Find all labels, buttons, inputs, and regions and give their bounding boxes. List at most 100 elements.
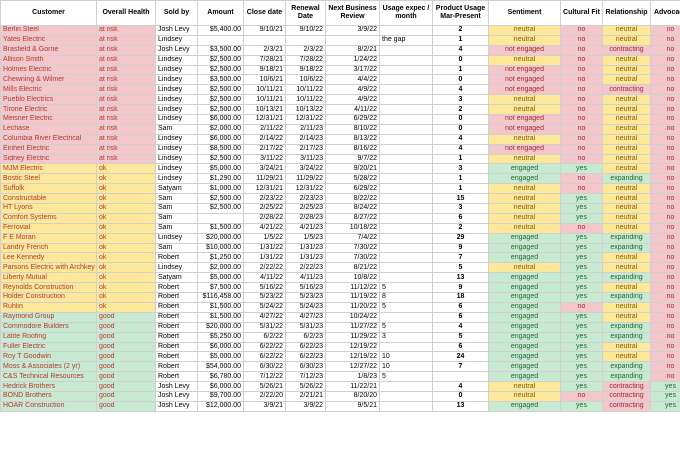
relationship-cell[interactable]: neutral [602, 104, 651, 116]
sold-by-cell[interactable]: Robert [155, 351, 198, 363]
customer-cell[interactable]: BOND Brothers [0, 390, 97, 402]
close-date-cell[interactable]: 12/31/21 [243, 183, 286, 195]
cultural-fit-cell[interactable]: yes [560, 381, 603, 392]
product-usage-cell[interactable]: 0 [432, 390, 489, 402]
cultural-fit-cell[interactable]: yes [560, 232, 603, 244]
renewal-date-cell[interactable]: 2/21/21 [285, 390, 326, 402]
renewal-date-cell[interactable]: 2/17/23 [285, 143, 326, 155]
overall-health-cell[interactable]: ok [96, 183, 156, 195]
sentiment-cell[interactable]: neutral [488, 54, 561, 66]
close-date-cell[interactable]: 2/25/22 [243, 203, 286, 214]
advocacy-cell[interactable]: no [650, 242, 680, 254]
customer-cell[interactable]: Brasfield & Gorrie [0, 44, 97, 56]
sentiment-cell[interactable]: not engaged [488, 44, 561, 56]
cultural-fit-cell[interactable]: no [560, 34, 603, 46]
sold-by-cell[interactable]: Sam [155, 222, 198, 234]
relationship-cell[interactable]: neutral [602, 203, 651, 214]
customer-cell[interactable]: Columbia River Electrical [0, 133, 97, 145]
amount-cell[interactable]: $6,000.00 [197, 114, 244, 125]
usage-expec-cell[interactable] [379, 173, 433, 185]
overall-health-cell[interactable]: at risk [96, 104, 156, 116]
relationship-cell[interactable]: contracting [602, 400, 651, 412]
col-header-amount[interactable]: Amount [197, 0, 244, 26]
sentiment-cell[interactable]: engaged [488, 321, 561, 333]
sentiment-cell[interactable]: not engaged [488, 64, 561, 76]
product-usage-cell[interactable]: 1 [432, 183, 489, 195]
amount-cell[interactable]: $9,700.00 [197, 390, 244, 402]
advocacy-cell[interactable]: no [650, 54, 680, 66]
cultural-fit-cell[interactable]: yes [560, 163, 603, 175]
next-review-cell[interactable]: 11/19/22 [325, 292, 380, 303]
usage-expec-cell[interactable] [379, 44, 433, 56]
overall-health-cell[interactable]: ok [96, 272, 156, 284]
sold-by-cell[interactable]: Sam [155, 193, 198, 205]
usage-expec-cell[interactable]: 8 [379, 292, 433, 303]
relationship-cell[interactable]: neutral [602, 54, 651, 66]
next-review-cell[interactable]: 8/24/22 [325, 203, 380, 214]
col-header-sold-by[interactable]: Sold by [155, 0, 198, 26]
sentiment-cell[interactable]: not engaged [488, 74, 561, 86]
relationship-cell[interactable]: neutral [602, 222, 651, 234]
overall-health-cell[interactable]: at risk [96, 25, 156, 36]
relationship-cell[interactable]: neutral [602, 143, 651, 155]
sold-by-cell[interactable]: Josh Levy [155, 381, 198, 392]
relationship-cell[interactable]: neutral [602, 94, 651, 106]
advocacy-cell[interactable]: no [650, 84, 680, 96]
amount-cell[interactable]: $7,500.00 [197, 282, 244, 294]
amount-cell[interactable]: $5,400.00 [197, 25, 244, 36]
relationship-cell[interactable]: neutral [602, 64, 651, 76]
usage-expec-cell[interactable]: the gap [379, 34, 433, 46]
sentiment-cell[interactable]: neutral [488, 104, 561, 116]
sentiment-cell[interactable]: neutral [488, 183, 561, 195]
next-review-cell[interactable]: 4/11/22 [325, 104, 380, 116]
customer-cell[interactable]: Einheit Electric [0, 143, 97, 155]
next-review-cell[interactable]: 8/27/22 [325, 212, 380, 224]
usage-expec-cell[interactable] [379, 153, 433, 165]
overall-health-cell[interactable]: at risk [96, 44, 156, 56]
close-date-cell[interactable]: 4/11/22 [243, 272, 286, 284]
sentiment-cell[interactable]: engaged [488, 341, 561, 353]
amount-cell[interactable]: $116,458.00 [197, 292, 244, 303]
sold-by-cell[interactable]: Lindsey [155, 74, 198, 86]
sentiment-cell[interactable]: engaged [488, 252, 561, 264]
close-date-cell[interactable]: 6/2/22 [243, 331, 286, 343]
advocacy-cell[interactable]: no [650, 104, 680, 116]
close-date-cell[interactable]: 11/29/21 [243, 173, 286, 185]
col-header-customer[interactable]: Customer [0, 0, 97, 26]
relationship-cell[interactable]: neutral [602, 163, 651, 175]
renewal-date-cell[interactable]: 12/31/22 [285, 114, 326, 125]
next-review-cell[interactable]: 10/24/22 [325, 311, 380, 323]
renewal-date-cell[interactable]: 10/13/22 [285, 104, 326, 116]
overall-health-cell[interactable]: at risk [96, 153, 156, 165]
sold-by-cell[interactable]: Lindsey [155, 143, 198, 155]
amount-cell[interactable]: $5,000.00 [197, 163, 244, 175]
relationship-cell[interactable]: neutral [602, 351, 651, 363]
cultural-fit-cell[interactable]: yes [560, 292, 603, 303]
product-usage-cell[interactable]: 6 [432, 341, 489, 353]
close-date-cell[interactable]: 1/5/22 [243, 232, 286, 244]
renewal-date-cell[interactable]: 2/25/23 [285, 203, 326, 214]
renewal-date-cell[interactable]: 1/31/23 [285, 242, 326, 254]
sold-by-cell[interactable]: Robert [155, 311, 198, 323]
product-usage-cell[interactable]: 13 [432, 272, 489, 284]
overall-health-cell[interactable]: at risk [96, 74, 156, 86]
product-usage-cell[interactable]: 9 [432, 282, 489, 294]
close-date-cell[interactable]: 6/30/22 [243, 361, 286, 373]
sold-by-cell[interactable]: Lindsey [155, 64, 198, 76]
cultural-fit-cell[interactable]: no [560, 84, 603, 96]
relationship-cell[interactable]: neutral [602, 153, 651, 165]
advocacy-cell[interactable]: no [650, 282, 680, 294]
sold-by-cell[interactable]: Robert [155, 321, 198, 333]
overall-health-cell[interactable]: at risk [96, 34, 156, 46]
close-date-cell[interactable]: 10/13/21 [243, 104, 286, 116]
overall-health-cell[interactable]: good [96, 331, 156, 343]
amount-cell[interactable]: $6,780.00 [197, 371, 244, 383]
renewal-date-cell[interactable]: 7/28/22 [285, 54, 326, 66]
cultural-fit-cell[interactable]: yes [560, 203, 603, 214]
cultural-fit-cell[interactable]: no [560, 64, 603, 76]
close-date-cell[interactable]: 4/27/22 [243, 311, 286, 323]
next-review-cell[interactable]: 8/20/20 [325, 390, 380, 402]
sentiment-cell[interactable]: engaged [488, 232, 561, 244]
sentiment-cell[interactable]: engaged [488, 311, 561, 323]
relationship-cell[interactable]: neutral [602, 252, 651, 264]
